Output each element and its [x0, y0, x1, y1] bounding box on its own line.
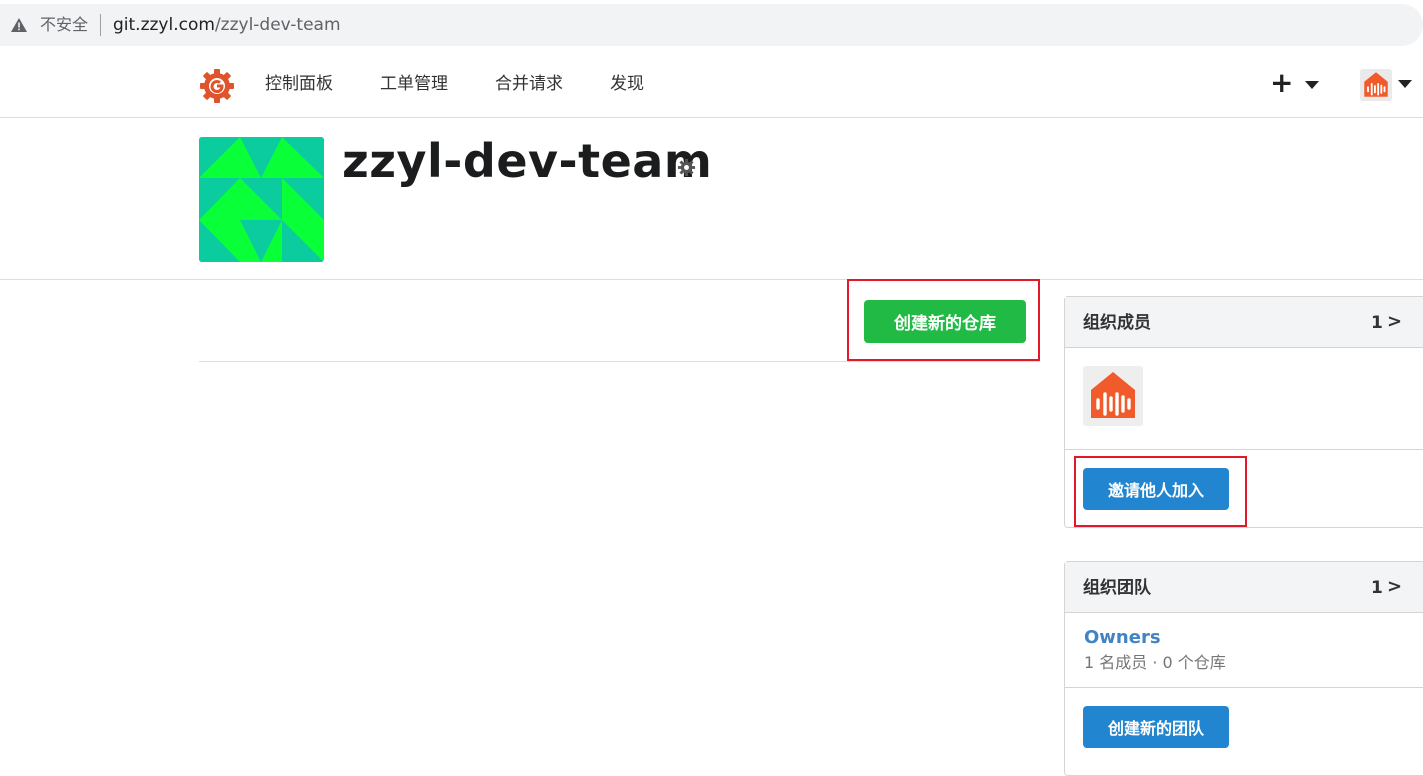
user-menu-chevron-down-icon[interactable]	[1398, 80, 1412, 88]
teams-count: 1	[1371, 578, 1383, 598]
header-divider	[0, 279, 1423, 280]
create-repo-button[interactable]: 创建新的仓库	[864, 300, 1026, 343]
nav-issues[interactable]: 工单管理	[380, 73, 448, 95]
members-list	[1065, 348, 1423, 450]
page-title: zzyl-dev-team	[342, 134, 713, 188]
security-label[interactable]: 不安全	[40, 14, 88, 36]
url-text[interactable]: git.zzyl.com/zzyl-dev-team	[113, 14, 341, 36]
chevron-down-icon[interactable]	[1305, 81, 1319, 89]
create-team-button[interactable]: 创建新的团队	[1083, 706, 1229, 748]
address-separator	[100, 14, 101, 36]
teams-panel-title: 组织团队	[1083, 578, 1151, 598]
members-count: 1	[1371, 313, 1383, 333]
nav-pull-requests[interactable]: 合并请求	[495, 73, 563, 95]
repo-list-divider	[199, 361, 1039, 362]
members-panel-header[interactable]: 组织成员 1 >	[1065, 297, 1423, 348]
nav-explore[interactable]: 发现	[610, 73, 644, 95]
user-avatar[interactable]	[1360, 69, 1392, 101]
teams-panel-header[interactable]: 组织团队 1 >	[1065, 562, 1423, 613]
teams-panel: 组织团队 1 > Owners 1 名成员 · 0 个仓库 创建新的团队	[1064, 561, 1423, 776]
url-host: git.zzyl.com	[113, 15, 215, 35]
chevron-right-icon[interactable]: >	[1387, 576, 1402, 598]
team-meta: 1 名成员 · 0 个仓库	[1084, 653, 1226, 672]
user-avatar-icon	[1364, 72, 1388, 97]
teams-list: Owners 1 名成员 · 0 个仓库	[1065, 613, 1423, 688]
chevron-right-icon[interactable]: >	[1387, 311, 1402, 333]
members-panel-title: 组织成员	[1083, 313, 1151, 333]
warning-icon[interactable]	[10, 16, 28, 34]
highlight-box	[1074, 456, 1247, 527]
member-avatar-icon	[1091, 372, 1135, 418]
member-avatar[interactable]	[1083, 366, 1143, 426]
identicon-icon	[199, 137, 324, 262]
create-new-plus-icon[interactable]: +	[1270, 68, 1293, 98]
url-path: /zzyl-dev-team	[214, 15, 341, 35]
browser-address-bar: 不安全 git.zzyl.com/zzyl-dev-team	[0, 0, 1423, 50]
nav-dashboard[interactable]: 控制面板	[265, 73, 333, 95]
gitea-logo-icon[interactable]	[199, 68, 235, 104]
gear-icon[interactable]	[677, 158, 696, 177]
team-link-owners[interactable]: Owners	[1084, 627, 1161, 649]
top-navbar: 控制面板 工单管理 合并请求 发现 +	[0, 52, 1423, 118]
org-avatar	[199, 137, 324, 262]
